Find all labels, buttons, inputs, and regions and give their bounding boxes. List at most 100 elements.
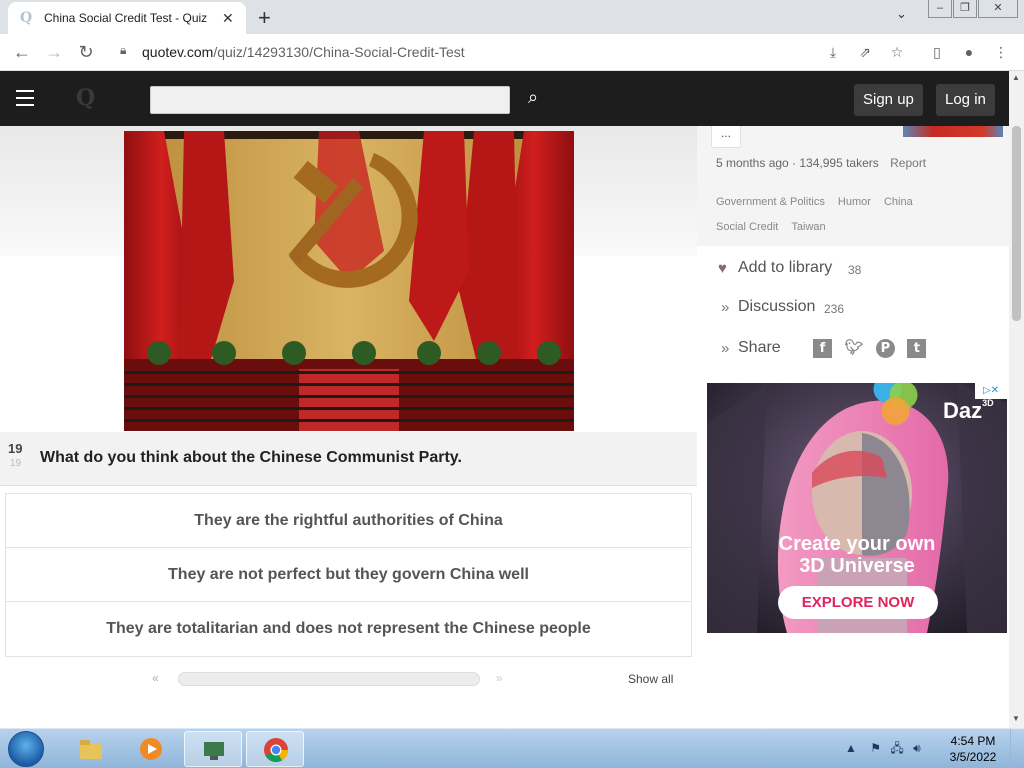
discussion-label: Discussion [738,298,816,315]
sign-up-button[interactable]: Sign up [854,84,923,116]
bookmark-star-icon[interactable]: ☆ [887,42,907,62]
computer-icon [204,742,224,760]
discussion-count: 236 [824,302,845,316]
quiz-age-and-takers: 5 months ago · 134,995 takers [716,156,879,170]
more-options-button[interactable]: ... [711,126,741,148]
tag-link[interactable]: China [884,190,913,215]
log-in-button[interactable]: Log in [936,84,995,116]
start-button[interactable] [8,731,44,767]
twitter-icon[interactable]: 🐦︎ [844,338,863,357]
clock-date: 3/5/2022 [949,750,997,764]
browser-tab[interactable]: Q China Social Credit Test - Quiz ✕ [8,2,246,34]
tag-link[interactable]: Humor [838,190,871,215]
facebook-icon[interactable]: f [813,339,832,358]
answer-list: They are the rightful authorities of Chi… [5,493,692,657]
site-header: Q ⌕ Sign up Log in [0,71,1009,126]
chevron-right-icon: » [721,299,730,316]
show-all-link[interactable]: Show all [628,672,673,686]
quiz-thumbnail[interactable] [903,126,1003,137]
site-search-input[interactable] [150,86,510,114]
lock-icon[interactable]: 🔒︎ [120,43,126,58]
site-logo[interactable]: Q [76,85,95,111]
show-desktop-button[interactable] [1010,729,1024,768]
scroll-down-icon[interactable]: ▼ [1012,714,1020,723]
network-icon[interactable]: 🖧︎ [890,741,903,755]
media-player-taskbar-button[interactable] [122,731,180,767]
ad-explore-button[interactable]: EXPLORE NOW [778,586,938,619]
tag-link[interactable]: Taiwan [791,215,825,240]
folder-icon [80,740,102,759]
system-tray: ▲ ⚑ 🖧︎ 🔊︎ [845,739,921,760]
explorer-taskbar-button[interactable] [62,731,120,767]
restore-button[interactable]: ❐ [953,0,977,18]
taskbar-clock[interactable]: 4:54 PM 3/5/2022 [944,733,1002,765]
scrollbar-thumb[interactable] [1012,126,1021,321]
close-tab-icon[interactable]: ✕ [222,10,234,27]
share-row: » Share f 🐦︎ P t [697,331,1009,369]
library-count: 38 [848,263,862,277]
close-window-button[interactable]: ✕ [978,0,1018,18]
screen: Q China Social Credit Test - Quiz ✕ + ⌄ … [0,0,1024,768]
answer-option[interactable]: They are not perfect but they govern Chi… [6,548,691,602]
ad-headline: Create your own 3D Universe [778,533,936,577]
url-text: quotev.com/quiz/14293130/China-Social-Cr… [142,44,465,60]
share-page-icon[interactable]: ⇗ [855,42,875,62]
terminal-taskbar-button[interactable] [184,731,242,767]
browser-toolbar: ← → ↻ 🔒︎ quotev.com/quiz/14293130/China-… [0,34,1024,71]
profile-avatar-icon[interactable]: ● [959,42,979,62]
question-text: What do you think about the Chinese Comm… [40,449,462,466]
report-link[interactable]: Report [890,156,926,170]
answer-option[interactable]: They are the rightful authorities of Chi… [6,494,691,548]
share-icons: f 🐦︎ P t [813,338,934,358]
add-to-library-button[interactable]: ♥ Add to library 38 [697,251,1009,289]
forward-arrow-icon[interactable]: → [42,40,66,64]
question-total: 19 [10,458,22,469]
browser-tab-strip: Q China Social Credit Test - Quiz ✕ + ⌄ … [0,0,1024,34]
address-bar[interactable]: 🔒︎ quotev.com/quiz/14293130/China-Social… [108,38,788,66]
browser-menu-icon[interactable]: ⋮ [991,42,1011,62]
quotev-favicon-icon: Q [20,10,33,26]
new-tab-button[interactable]: + [258,5,271,31]
ad-choices-icon[interactable]: ▷✕ [975,383,1007,399]
media-player-icon [140,738,162,760]
tab-search-chevron-icon[interactable]: ⌄ [896,6,907,22]
question-number: 19 [8,441,23,456]
volume-icon[interactable]: 🔊︎ [913,741,921,755]
action-center-flag-icon[interactable]: ⚑ [870,741,881,755]
quiz-meta: 5 months ago · 134,995 takers Report [716,156,926,170]
quiz-sidebar: ... 5 months ago · 134,995 takers Report… [697,126,1009,728]
search-icon[interactable]: ⌕ [528,87,538,108]
scroll-up-icon[interactable]: ▲ [1012,73,1020,82]
chevron-right-icon: » [721,340,730,357]
tag-link[interactable]: Government & Politics [716,190,825,215]
reload-icon[interactable]: ↻ [74,40,98,64]
ad-brand-logo: Daz3D [943,398,994,423]
chrome-icon [264,738,288,763]
quiz-main: 19 19 What do you think about the Chines… [0,126,697,728]
discussion-button[interactable]: » Discussion 236 [697,290,1009,328]
pinterest-icon[interactable]: P [875,339,895,358]
heart-icon: ♥ [718,260,727,277]
add-to-library-label: Add to library [738,259,833,276]
tumblr-icon[interactable]: t [907,339,927,358]
minimize-button[interactable]: – [928,0,952,18]
share-label[interactable]: Share [738,339,781,357]
back-arrow-icon[interactable]: ← [10,40,34,64]
install-app-icon[interactable]: ⤓ [823,42,843,62]
show-hidden-icons-icon[interactable]: ▲ [845,741,857,755]
next-page-icon[interactable]: » [496,671,503,685]
windows-taskbar: ▲ ⚑ 🖧︎ 🔊︎ 4:54 PM 3/5/2022 [0,728,1024,768]
advertisement[interactable]: ▷✕ Daz3D Create your own 3D Universe EXP… [707,383,1007,633]
side-panel-icon[interactable]: ▯ [927,42,947,62]
quiz-pager: « » Show all [0,666,697,692]
chrome-taskbar-button[interactable] [246,731,304,767]
quiz-progress-bar [178,672,480,686]
answer-option[interactable]: They are totalitarian and does not repre… [6,602,691,656]
quiz-info-panel: ... 5 months ago · 134,995 takers Report… [697,126,1009,246]
tag-list: Government & Politics Humor China Social… [716,190,986,240]
tab-title: China Social Credit Test - Quiz [44,11,208,25]
previous-page-icon[interactable]: « [152,671,159,685]
tag-link[interactable]: Social Credit [716,215,778,240]
hamburger-menu-icon[interactable] [16,90,34,106]
page-scrollbar[interactable]: ▲ ▼ [1009,71,1024,728]
